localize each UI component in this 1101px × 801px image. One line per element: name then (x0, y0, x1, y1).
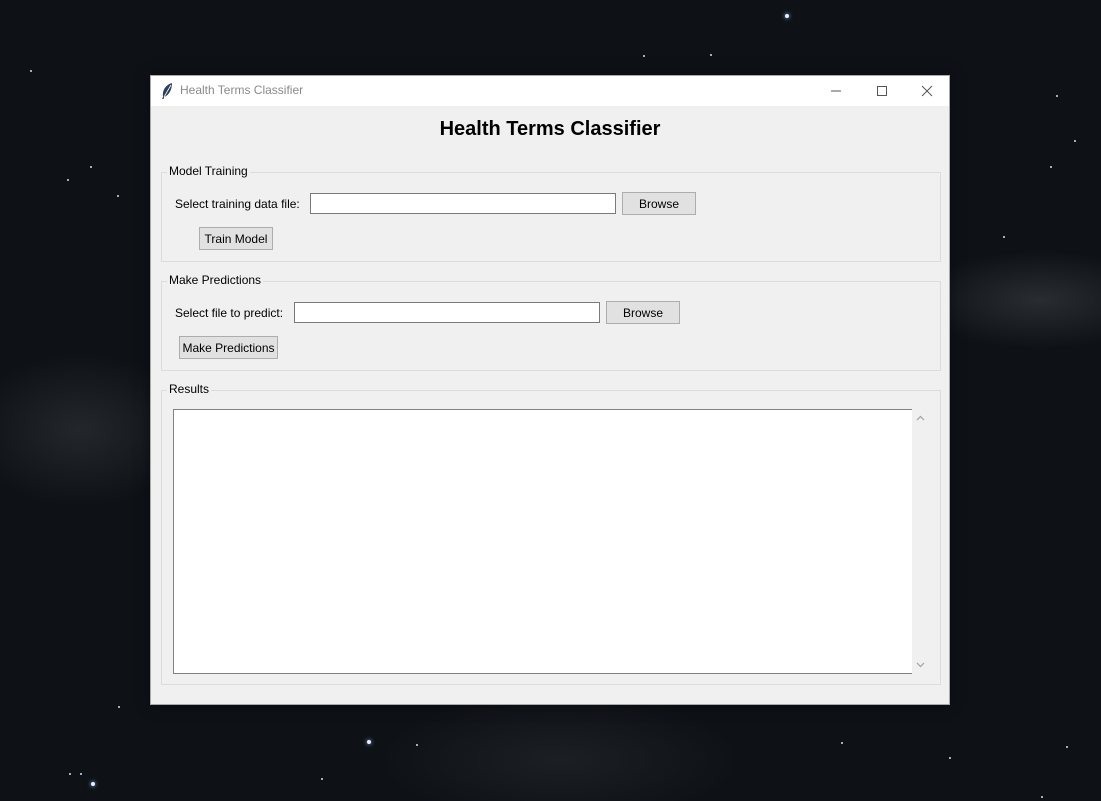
training-file-label: Select training data file: (175, 197, 300, 211)
model-training-label: Model Training (167, 164, 250, 178)
training-file-input[interactable] (310, 193, 616, 214)
predict-file-input[interactable] (294, 302, 600, 323)
predict-file-label: Select file to predict: (175, 306, 284, 320)
model-training-group: Model Training Select training data file… (161, 164, 941, 262)
app-heading: Health Terms Classifier (439, 118, 661, 140)
make-predictions-group: Make Predictions Select file to predict:… (161, 273, 941, 371)
results-textbox[interactable] (173, 409, 912, 674)
predict-browse-button[interactable]: Browse (606, 301, 680, 324)
window-title: Health Terms Classifier (180, 83, 304, 97)
minimize-icon (831, 90, 841, 92)
make-predictions-label: Make Predictions (167, 273, 264, 287)
scroll-up-icon[interactable] (915, 413, 926, 424)
training-browse-button[interactable]: Browse (622, 192, 696, 215)
title-bar[interactable]: Health Terms Classifier (151, 76, 949, 106)
maximize-button[interactable] (859, 76, 905, 106)
close-button[interactable] (904, 76, 950, 106)
maximize-icon (877, 86, 887, 96)
results-label: Results (167, 382, 212, 396)
scroll-down-icon[interactable] (915, 659, 926, 670)
results-group: Results (161, 382, 941, 685)
make-predictions-button[interactable]: Make Predictions (179, 336, 278, 359)
results-scrollbar[interactable] (912, 409, 929, 674)
train-model-button[interactable]: Train Model (199, 227, 273, 250)
close-icon (921, 85, 933, 97)
minimize-button[interactable] (813, 76, 859, 106)
feather-icon (160, 82, 174, 100)
app-window: Health Terms Classifier Health Terms Cla… (150, 75, 950, 705)
